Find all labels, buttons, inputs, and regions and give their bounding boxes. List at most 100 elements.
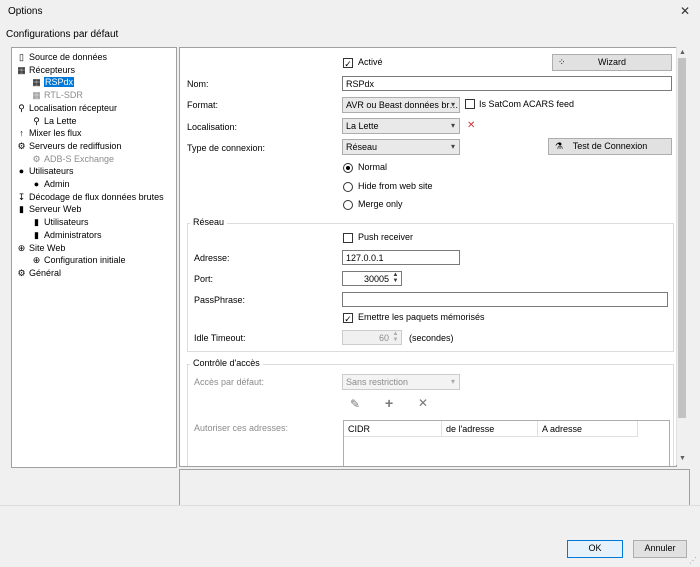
tree-item-label: Général bbox=[29, 267, 62, 278]
gear-network-icon: ⚙ bbox=[17, 140, 26, 151]
tree-item-label: La Lette bbox=[44, 115, 77, 126]
tree-item-label: Administrators bbox=[44, 229, 102, 240]
tree-item-label: Site Web bbox=[29, 242, 66, 253]
tree-item[interactable]: ⚲ La Lette bbox=[31, 115, 77, 127]
emit-stored-packets-label: Emettre les paquets mémorisés bbox=[358, 312, 485, 322]
passphrase-label: PassPhrase: bbox=[194, 295, 246, 305]
chevron-down-icon: ▾ bbox=[450, 142, 455, 151]
wizard-button-label: Wizard bbox=[597, 57, 626, 67]
test-connection-button[interactable]: ⚗ Test de Connexion bbox=[548, 138, 672, 155]
address-input[interactable]: 127.0.0.1 bbox=[342, 250, 460, 265]
format-label: Format: bbox=[187, 100, 219, 110]
tree-item[interactable]: ▯ Source de données bbox=[16, 51, 107, 63]
tree-item[interactable]: ● Admin bbox=[31, 178, 70, 190]
default-access-select[interactable]: Sans restriction ▾ bbox=[342, 374, 460, 390]
tree-item[interactable]: ⚲ Localisation récepteur bbox=[16, 102, 117, 114]
divider bbox=[0, 505, 700, 506]
settings-tree: ▯ Source de données ▦ Récepteurs ▦ RSPdx ▦ RTL-… bbox=[11, 47, 177, 468]
location-pin-icon: ⚲ bbox=[33, 115, 40, 126]
resize-grip-icon[interactable]: ⋰ bbox=[689, 556, 697, 565]
tree-item-label: Serveurs de rediffusion bbox=[29, 140, 122, 151]
format-select[interactable]: AVR ou Beast données br… ▾ bbox=[342, 97, 460, 113]
column-header[interactable]: CIDR bbox=[344, 421, 442, 437]
test-connection-label: Test de Connexion bbox=[572, 141, 648, 151]
document-icon: ▯ bbox=[19, 52, 24, 62]
remove-location-icon[interactable]: ✕ bbox=[467, 120, 475, 131]
port-label: Port: bbox=[194, 274, 214, 284]
settings-panel: ✓ Activé ⁘ Wizard Nom: RSPdx Format: AVR… bbox=[179, 47, 677, 467]
globe-icon: ⊕ bbox=[32, 255, 41, 266]
active-label: Activé bbox=[358, 57, 383, 67]
cancel-button[interactable]: Annuler bbox=[633, 540, 687, 558]
description-panel bbox=[179, 469, 690, 506]
emit-stored-packets-checkbox[interactable]: ✓ bbox=[343, 313, 353, 324]
idle-timeout-spinner[interactable]: ▲ ▼ bbox=[391, 331, 400, 344]
radio-merge-only[interactable] bbox=[343, 200, 353, 210]
tree-item[interactable]: ▦ RTL-SDR bbox=[31, 89, 83, 101]
tree-item[interactable]: ⚙ Serveurs de rediffusion bbox=[16, 140, 121, 152]
tree-item-label: Utilisateurs bbox=[44, 217, 89, 228]
column-header[interactable]: de l'adresse bbox=[442, 421, 538, 437]
active-checkbox[interactable]: ✓ bbox=[343, 58, 353, 69]
location-label: Localisation: bbox=[187, 122, 238, 132]
user-icon: ● bbox=[18, 166, 25, 177]
address-label: Adresse: bbox=[194, 253, 230, 263]
radio-merge-label: Merge only bbox=[358, 199, 403, 209]
scrollbar-thumb[interactable] bbox=[678, 58, 686, 418]
tree-item-label: Utilisateurs bbox=[29, 166, 74, 177]
server-icon: ▮ bbox=[34, 217, 39, 228]
column-header[interactable]: A adresse bbox=[538, 421, 638, 437]
push-receiver-label: Push receiver bbox=[358, 232, 414, 242]
radio-hide-from-web[interactable] bbox=[343, 182, 353, 192]
tree-item[interactable]: ▮ Utilisateurs bbox=[31, 216, 89, 228]
tree-item[interactable]: ● Utilisateurs bbox=[16, 165, 74, 177]
tree-item-label: Récepteurs bbox=[29, 64, 76, 75]
tree-item[interactable]: ↧ Décodage de flux données brutes bbox=[16, 191, 164, 203]
close-icon[interactable]: ✕ bbox=[680, 4, 690, 18]
add-plus-icon[interactable]: + bbox=[385, 395, 393, 411]
tree-item[interactable]: ⊕ Configuration initiale bbox=[31, 254, 126, 266]
window-title: Options bbox=[8, 6, 43, 17]
scroll-down-icon[interactable]: ▼ bbox=[679, 455, 686, 462]
tree-item-label: Admin bbox=[44, 179, 70, 189]
tree-item[interactable]: ⚙ ADB-S Exchange bbox=[31, 153, 114, 165]
tree-item-label: Serveur Web bbox=[29, 204, 82, 215]
gear-icon: ⚙ bbox=[17, 267, 26, 278]
scroll-up-icon[interactable]: ▲ bbox=[679, 49, 686, 56]
wizard-icon: ⁘ bbox=[558, 57, 566, 67]
tree-item-label: RSPdx bbox=[44, 77, 75, 88]
tree-item[interactable]: ⊕ Site Web bbox=[16, 242, 66, 254]
default-access-value: Sans restriction bbox=[346, 377, 409, 387]
tree-item[interactable]: ⚙ Général bbox=[16, 267, 61, 279]
connection-type-select[interactable]: Réseau ▾ bbox=[342, 139, 460, 155]
wizard-button[interactable]: ⁘ Wizard bbox=[552, 54, 672, 71]
radio-icon: ▦ bbox=[17, 64, 26, 75]
allow-addresses-label: Autoriser ces adresses: bbox=[194, 423, 289, 433]
access-group-title: Contrôle d'accès bbox=[190, 358, 263, 368]
ok-button[interactable]: OK bbox=[567, 540, 623, 558]
location-select-value: La Lette bbox=[346, 121, 379, 131]
satcom-checkbox[interactable] bbox=[465, 99, 475, 109]
edit-pencil-icon[interactable]: ✎ bbox=[350, 397, 360, 411]
name-input[interactable]: RSPdx bbox=[342, 76, 672, 91]
allowed-addresses-table[interactable]: CIDR de l'adresse A adresse bbox=[343, 420, 670, 466]
chevron-down-icon: ▾ bbox=[450, 121, 455, 130]
tree-item-label: ADB-S Exchange bbox=[44, 153, 115, 164]
location-select[interactable]: La Lette ▾ bbox=[342, 118, 460, 134]
tree-item[interactable]: ▦ Récepteurs bbox=[16, 64, 75, 76]
tree-item-label: Localisation récepteur bbox=[29, 102, 118, 113]
tree-item[interactable]: ▦ RSPdx bbox=[31, 76, 75, 88]
tree-item[interactable]: ↑ Mixer les flux bbox=[16, 127, 81, 139]
tree-item[interactable]: ▮ Serveur Web bbox=[16, 203, 81, 215]
radio-normal-label: Normal bbox=[358, 162, 388, 172]
connection-type-label: Type de connexion: bbox=[187, 143, 266, 153]
radio-normal[interactable] bbox=[343, 163, 353, 173]
connection-type-value: Réseau bbox=[346, 142, 378, 152]
port-spinner[interactable]: ▲ ▼ bbox=[391, 272, 400, 285]
delete-x-icon[interactable]: ✕ bbox=[418, 396, 428, 410]
tree-item[interactable]: ▮ Administrators bbox=[31, 229, 102, 241]
chevron-down-icon: ▾ bbox=[450, 100, 455, 109]
format-select-value: AVR ou Beast données br… bbox=[346, 100, 459, 110]
passphrase-input[interactable] bbox=[342, 292, 668, 307]
push-receiver-checkbox[interactable] bbox=[343, 233, 353, 243]
